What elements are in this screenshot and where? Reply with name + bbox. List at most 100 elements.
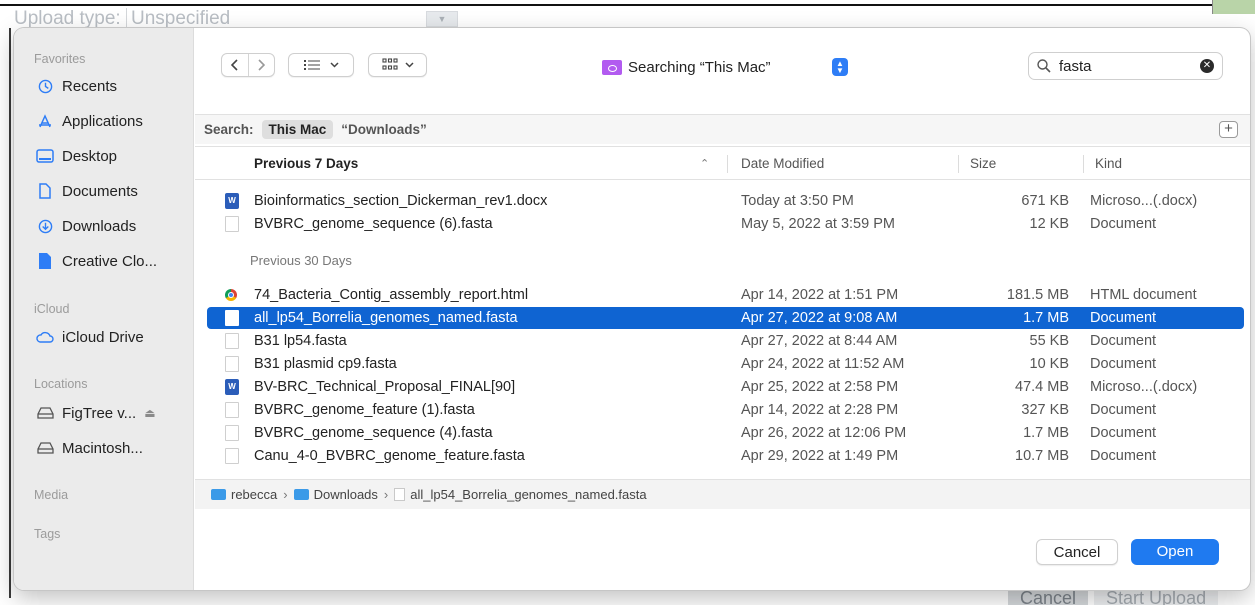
path-separator-icon: › [383,487,389,502]
file-date: Apr 14, 2022 at 2:28 PM [741,402,899,418]
document-icon [225,333,239,349]
file-kind: Document [1090,402,1157,418]
icloud-heading: iCloud [34,302,70,316]
upload-type-row: Upload type: Unspecified [14,8,230,30]
folder-icon [293,489,309,500]
add-criteria-button[interactable]: + [1219,121,1238,138]
path-separator-icon: › [283,487,288,502]
sidebar-item-label: Creative Clo... [62,252,158,270]
smart-folder-icon [602,59,622,75]
file-row[interactable]: B31 lp54.fasta Apr 27, 2022 at 8:44 AM 5… [207,330,1244,352]
file-name: B31 plasmid cp9.fasta [254,356,397,372]
sidebar-item-label: Macintosh... [62,439,143,457]
file-name: B31 lp54.fasta [254,333,347,349]
group-view-control[interactable] [369,54,426,76]
sidebar-item-applications[interactable]: Applications [34,109,189,133]
group-header-previous-30-days: Previous 30 Days [250,253,352,268]
chevron-left-icon [230,59,238,71]
sidebar-item-downloads[interactable]: Downloads [34,214,189,238]
search-scope-bar: Search: This Mac “Downloads” + [195,114,1250,144]
file-kind: Document [1090,425,1157,441]
size-column-header[interactable]: Size [970,147,996,181]
upload-type-select[interactable]: Unspecified [125,8,230,30]
file-name: all_lp54_Borrelia_genomes_named.fasta [254,310,518,326]
home-folder-icon [211,489,226,500]
forward-button[interactable] [249,54,275,76]
file-row[interactable]: W BV-BRC_Technical_Proposal_FINAL[90] Ap… [207,376,1244,398]
file-row[interactable]: 74_Bacteria_Contig_assembly_report.html … [207,284,1244,306]
open-button[interactable]: Open [1131,539,1219,565]
file-size: 55 KB [1029,333,1070,349]
file-date: Apr 27, 2022 at 9:08 AM [741,310,898,326]
sidebar-item-documents[interactable]: Documents [34,179,189,203]
sidebar-item-desktop[interactable]: Desktop [34,144,189,168]
scope-this-mac[interactable]: This Mac [261,120,334,139]
sidebar-item-recents[interactable]: Recents [34,74,189,98]
sidebar-item-label: Applications [62,112,143,130]
sidebar-item-macintosh[interactable]: Macintosh... [34,436,189,460]
page-corner-box [1212,0,1255,14]
list-view-control[interactable] [289,54,353,76]
clear-search-icon[interactable]: ✕ [1200,59,1214,73]
eject-icon[interactable]: ⏏ [144,406,155,420]
column-headers: Previous 7 Days ⌃ Date Modified Size Kin… [195,146,1250,180]
chevron-right-icon [258,59,266,71]
page-top-border [0,4,1255,6]
applications-icon [34,112,56,130]
file-date: Apr 24, 2022 at 11:52 AM [741,356,905,372]
file-name: BVBRC_genome_sequence (6).fasta [254,216,493,232]
file-row[interactable]: BVBRC_genome_sequence (6).fasta May 5, 2… [207,213,1244,235]
document-icon [394,488,406,501]
cancel-button[interactable]: Cancel [1036,539,1118,565]
tags-heading: Tags [34,527,61,541]
file-kind: HTML document [1090,287,1197,303]
sidebar-item-figtree[interactable]: FigTree v... ⏏ [34,401,189,425]
desktop-icon [34,147,56,165]
upload-type-dropdown-icon[interactable]: ▼ [426,11,458,27]
download-icon [34,217,56,235]
file-row[interactable]: W Bioinformatics_section_Dickerman_rev1.… [207,190,1244,212]
document-icon [225,425,239,441]
group-view-button[interactable] [368,53,427,77]
file-kind: Document [1090,333,1157,349]
sidebar-item-icloud-drive[interactable]: iCloud Drive [34,325,189,349]
locations-heading: Locations [34,377,88,391]
file-date: Apr 26, 2022 at 12:06 PM [741,425,907,441]
file-date: Today at 3:50 PM [741,193,854,209]
location-select[interactable]: Searching “This Mac” ▲ ▼ [595,54,848,80]
scope-label: Search: [204,122,254,137]
drive-icon [34,439,56,457]
path-user[interactable]: rebecca [231,487,277,502]
upload-type-label: Upload type: [14,8,121,29]
name-column-header[interactable]: Previous 7 Days [254,147,358,181]
document-icon [225,402,239,418]
open-file-dialog: Favorites Recents Applications Desktop D… [14,28,1250,590]
file-name: BVBRC_genome_sequence (4).fasta [254,425,493,441]
back-button[interactable] [222,54,248,76]
file-row[interactable]: BVBRC_genome_sequence (4).fasta Apr 26, … [207,422,1244,444]
file-row-selected[interactable]: all_lp54_Borrelia_genomes_named.fasta Ap… [207,307,1244,329]
file-date: Apr 14, 2022 at 1:51 PM [741,287,899,303]
sort-ascending-icon[interactable]: ⌃ [700,147,709,181]
scope-downloads[interactable]: “Downloads” [341,122,427,137]
path-folder[interactable]: Downloads [314,487,378,502]
sidebar-item-label: FigTree v... [62,404,137,422]
search-input[interactable]: fasta ✕ [1028,52,1223,80]
cloud-icon [34,328,56,346]
file-row[interactable]: BVBRC_genome_feature (1).fasta Apr 14, 2… [207,399,1244,421]
file-row[interactable]: Canu_4-0_BVBRC_genome_feature.fasta Apr … [207,445,1244,467]
file-kind: Document [1090,356,1157,372]
kind-column-header[interactable]: Kind [1095,147,1122,181]
file-name: BVBRC_genome_feature (1).fasta [254,402,475,418]
toolbar: Searching “This Mac” ▲ ▼ fasta ✕ [195,28,1250,104]
file-row[interactable]: B31 plasmid cp9.fasta Apr 24, 2022 at 11… [207,353,1244,375]
sidebar-item-label: Documents [62,182,138,200]
document-icon [225,356,239,372]
sidebar-item-creative-cloud[interactable]: Creative Clo... [34,249,189,273]
path-file[interactable]: all_lp54_Borrelia_genomes_named.fasta [410,487,646,502]
date-column-header[interactable]: Date Modified [741,147,824,181]
media-heading: Media [34,488,69,502]
word-icon: W [225,193,239,209]
list-view-button[interactable] [288,53,354,77]
file-icon [34,252,56,270]
